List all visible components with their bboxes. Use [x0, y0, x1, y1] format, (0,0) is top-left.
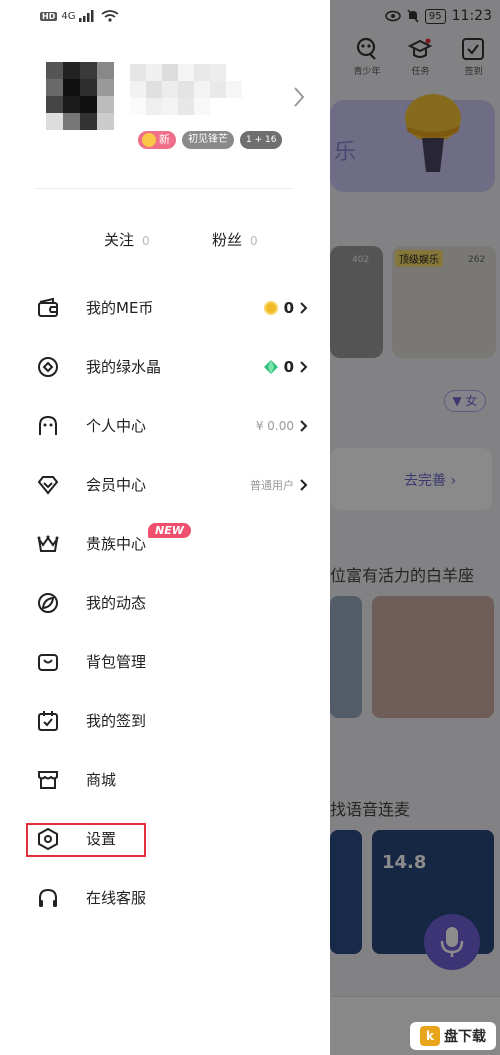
chevron-right-icon[interactable]: [292, 86, 306, 108]
level-badge: 1 + 16: [240, 131, 283, 149]
menu-item-my-checkin[interactable]: 我的签到: [0, 691, 330, 750]
menu-item-personal-center[interactable]: 个人中心 ¥ 0.00: [0, 396, 330, 455]
store-icon: [36, 768, 60, 792]
status-bar-left: HD 4G: [40, 10, 119, 22]
menu-item-backpack[interactable]: 背包管理: [0, 632, 330, 691]
menu-item-green-crystal[interactable]: 我的绿水晶 0: [0, 337, 330, 396]
menu-item-value: 0: [263, 299, 308, 317]
leaf-icon: [36, 591, 60, 615]
calendar-check-icon: [36, 709, 60, 733]
network-type: 4G: [61, 10, 76, 22]
diamond-icon: [36, 473, 60, 497]
crystal-icon: [36, 355, 60, 379]
green-gem-icon: [263, 359, 278, 374]
chevron-right-icon: [300, 360, 308, 373]
hd-indicator: HD: [40, 11, 58, 21]
profile-badges: 新 初见锋芒 1 + 16: [138, 131, 283, 149]
menu-item-value: 普通用户: [250, 477, 308, 493]
menu-item-member-center[interactable]: 会员中心 普通用户: [0, 455, 330, 514]
menu-item-value: ¥ 0.00: [256, 419, 308, 433]
signal-icon: [79, 10, 94, 22]
menu-item-value: 0: [263, 358, 308, 376]
new-user-badge: 新: [138, 131, 176, 149]
settings-highlight-box: [26, 823, 146, 857]
chevron-right-icon: [300, 419, 308, 432]
new-tag: NEW: [148, 523, 191, 538]
menu-item-me-coin[interactable]: 我的ME币 0: [0, 278, 330, 337]
watermark-text: 盘下载: [444, 1029, 486, 1045]
bag-icon: [36, 650, 60, 674]
wallet-icon: [36, 296, 60, 320]
followers-count[interactable]: 粉丝 0: [212, 229, 258, 250]
coin-icon: [263, 300, 278, 315]
side-drawer: HD 4G 新 初见锋芒 1 + 16 关注 0 粉丝 0 我的ME币 0 我的…: [0, 0, 330, 1055]
crown-icon: [36, 532, 60, 556]
menu-item-mall[interactable]: 商城: [0, 750, 330, 809]
watermark-mark: k: [420, 1026, 440, 1046]
heart-icon: [142, 133, 156, 147]
person-icon: [36, 414, 60, 438]
chevron-right-icon: [300, 478, 308, 491]
menu-item-my-posts[interactable]: 我的动态: [0, 573, 330, 632]
rank-badge: 初见锋芒: [182, 131, 234, 149]
username-blurred: [130, 64, 242, 116]
menu-item-customer-service[interactable]: 在线客服: [0, 868, 330, 927]
wifi-icon: [101, 10, 119, 22]
avatar[interactable]: [46, 62, 114, 130]
chevron-right-icon: [300, 301, 308, 314]
watermark-logo: k 盘下载: [410, 1022, 496, 1050]
following-count[interactable]: 关注 0: [104, 229, 150, 250]
divider: [36, 188, 294, 189]
menu-item-noble-center[interactable]: 贵族中心 NEW: [0, 514, 330, 573]
headphones-icon: [36, 886, 60, 910]
